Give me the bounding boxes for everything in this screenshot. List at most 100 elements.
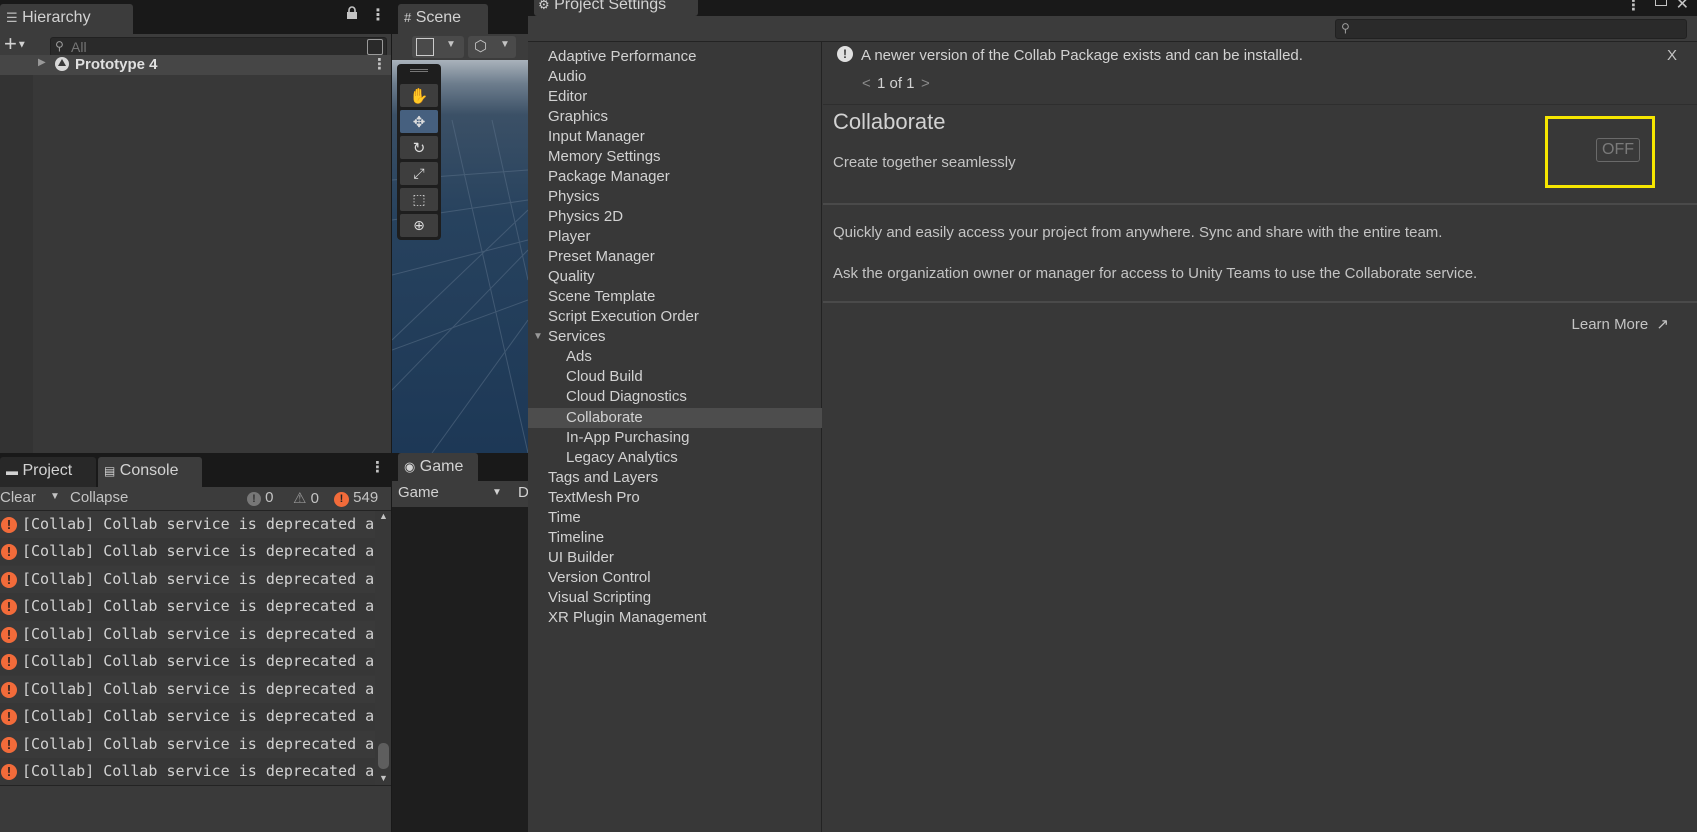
- draw-mode-icon: [416, 38, 434, 56]
- nav-item-ui-builder[interactable]: UI Builder: [548, 548, 614, 568]
- expand-arrow-icon[interactable]: ▶: [38, 57, 46, 68]
- lock-icon[interactable]: [346, 6, 358, 23]
- hierarchy-search[interactable]: ⚲: [50, 37, 387, 57]
- tab-console[interactable]: ▤ Console: [98, 457, 202, 487]
- nav-item-legacy-analytics[interactable]: Legacy Analytics: [566, 448, 678, 468]
- nav-item-timeline[interactable]: Timeline: [548, 528, 604, 548]
- alert-icon: !: [837, 46, 853, 62]
- nav-item-services[interactable]: Services: [548, 327, 606, 347]
- notice-prev-button[interactable]: <: [862, 75, 871, 92]
- tab-hierarchy[interactable]: ☰ Hierarchy: [0, 4, 133, 34]
- draw-mode-button[interactable]: ▼: [412, 36, 464, 58]
- nav-item-package-manager[interactable]: Package Manager: [548, 167, 670, 187]
- nav-item-physics-2d[interactable]: Physics 2D: [548, 207, 623, 227]
- game-viewport[interactable]: [392, 507, 528, 832]
- nav-item-time[interactable]: Time: [548, 508, 581, 528]
- nav-item-cloud-build[interactable]: Cloud Build: [566, 367, 643, 387]
- add-button[interactable]: +▼: [4, 31, 27, 57]
- scroll-down-icon[interactable]: ▼: [379, 773, 388, 783]
- settings-toolbar: ⚲: [528, 16, 1697, 42]
- tab-project[interactable]: ▬ Project: [0, 457, 96, 487]
- hand-tool-button[interactable]: ✋: [400, 84, 438, 107]
- display-select[interactable]: Game ▼: [398, 484, 502, 501]
- nav-item-editor[interactable]: Editor: [548, 87, 587, 107]
- nav-item-in-app-purchasing[interactable]: In-App Purchasing: [566, 428, 689, 448]
- nav-item-tags-and-layers[interactable]: Tags and Layers: [548, 468, 658, 488]
- scale-tool-button[interactable]: ⤢: [400, 162, 438, 185]
- nav-item-graphics[interactable]: Graphics: [548, 107, 608, 127]
- settings-search-input[interactable]: [1336, 20, 1686, 38]
- external-link-icon: ↗: [1656, 316, 1669, 333]
- rotate-tool-button[interactable]: ↻: [400, 136, 438, 159]
- settings-title: Project Settings: [554, 0, 667, 13]
- move-tool-button[interactable]: ✥: [400, 110, 438, 133]
- console-row[interactable]: ! [Collab] Collab service is deprecated a: [0, 511, 375, 538]
- maximize-icon[interactable]: [1655, 0, 1667, 6]
- settings-search[interactable]: ⚲: [1335, 19, 1687, 39]
- clear-options-dropdown[interactable]: ▼: [50, 491, 60, 502]
- highlight-box: [1545, 116, 1655, 188]
- clear-button[interactable]: Clear: [0, 489, 36, 506]
- console-row[interactable]: ! [Collab] Collab service is deprecated a: [0, 758, 375, 785]
- toolbar-drag-handle[interactable]: [410, 69, 428, 72]
- hierarchy-search-input[interactable]: [51, 38, 386, 56]
- nav-item-player[interactable]: Player: [548, 227, 591, 247]
- console-row[interactable]: ! [Collab] Collab service is deprecated a: [0, 621, 375, 648]
- console-icon: ▤: [104, 464, 116, 478]
- scene-viewport[interactable]: ✋ ✥ ↻ ⤢ ⬚ ⊕: [392, 60, 528, 453]
- nav-item-cloud-diagnostics[interactable]: Cloud Diagnostics: [566, 387, 687, 407]
- nav-item-physics[interactable]: Physics: [548, 187, 600, 207]
- nav-item-preset-manager[interactable]: Preset Manager: [548, 247, 655, 267]
- services-expand-arrow-icon[interactable]: ▼: [533, 331, 543, 342]
- nav-item-adaptive-performance[interactable]: Adaptive Performance: [548, 47, 696, 67]
- console-row[interactable]: ! [Collab] Collab service is deprecated a: [0, 731, 375, 758]
- more-options-icon[interactable]: ⋮: [370, 5, 386, 25]
- warning-count: 0: [310, 490, 319, 507]
- console-tabbar: ▬ Project ▤ Console ⋮: [0, 453, 391, 487]
- console-row[interactable]: ! [Collab] Collab service is deprecated a: [0, 593, 375, 620]
- search-by-type-icon[interactable]: [367, 39, 383, 55]
- collapse-button[interactable]: Collapse: [70, 489, 128, 506]
- notice-close-button[interactable]: X: [1667, 47, 1677, 64]
- learn-more-link[interactable]: Learn More ↗: [1572, 315, 1669, 333]
- nav-item-ads[interactable]: Ads: [566, 347, 592, 367]
- nav-item-audio[interactable]: Audio: [548, 67, 586, 87]
- console-row[interactable]: ! [Collab] Collab service is deprecated a: [0, 648, 375, 675]
- nav-item-quality[interactable]: Quality: [548, 267, 595, 287]
- rect-tool-button[interactable]: ⬚: [400, 188, 438, 211]
- info-filter-button[interactable]: ! 0: [247, 489, 274, 506]
- console-row[interactable]: ! [Collab] Collab service is deprecated a: [0, 703, 375, 730]
- nav-item-input-manager[interactable]: Input Manager: [548, 127, 645, 147]
- scroll-up-icon[interactable]: ▲: [379, 511, 388, 521]
- search-icon: ⚲: [55, 39, 64, 53]
- warning-filter-button[interactable]: ⚠ 0: [293, 489, 319, 507]
- nav-item-scene-template[interactable]: Scene Template: [548, 287, 655, 307]
- nav-item-textmesh-pro[interactable]: TextMesh Pro: [548, 488, 640, 508]
- item-more-icon[interactable]: ⋮: [372, 55, 387, 73]
- shading-mode-button[interactable]: ⬡ ▼: [468, 36, 516, 58]
- nav-item-visual-scripting[interactable]: Visual Scripting: [548, 588, 651, 608]
- scroll-thumb[interactable]: [378, 743, 389, 769]
- nav-item-memory-settings[interactable]: Memory Settings: [548, 147, 661, 167]
- nav-item-version-control[interactable]: Version Control: [548, 568, 651, 588]
- settings-tab[interactable]: ⚙ Project Settings: [534, 0, 698, 16]
- notice-next-button[interactable]: >: [921, 75, 930, 92]
- console-scrollbar[interactable]: ▲ ▼: [375, 511, 391, 786]
- hierarchy-item-prototype-4[interactable]: ▶ Prototype 4 ⋮: [0, 55, 391, 75]
- settings-titlebar: ⚙ Project Settings ⋮ ✕: [528, 0, 1697, 16]
- nav-item-xr-plugin-management[interactable]: XR Plugin Management: [548, 608, 706, 628]
- console-row[interactable]: ! [Collab] Collab service is deprecated a: [0, 538, 375, 565]
- body-divider: [823, 301, 1697, 303]
- tab-scene[interactable]: # Scene: [398, 4, 488, 34]
- console-row[interactable]: ! [Collab] Collab service is deprecated a: [0, 676, 375, 703]
- close-icon[interactable]: ✕: [1676, 0, 1689, 14]
- tab-game[interactable]: ◉ Game: [398, 453, 478, 481]
- transform-tool-button[interactable]: ⊕: [400, 214, 438, 237]
- window-menu-icon[interactable]: ⋮: [1626, 0, 1641, 14]
- more-options-icon[interactable]: ⋮: [370, 458, 385, 476]
- nav-item-script-execution-order[interactable]: Script Execution Order: [548, 307, 699, 327]
- error-filter-button[interactable]: ! 549: [334, 489, 378, 507]
- console-message: [Collab] Collab service is deprecated a: [22, 570, 375, 588]
- console-row[interactable]: ! [Collab] Collab service is deprecated a: [0, 566, 375, 593]
- nav-item-collaborate[interactable]: Collaborate: [566, 408, 643, 428]
